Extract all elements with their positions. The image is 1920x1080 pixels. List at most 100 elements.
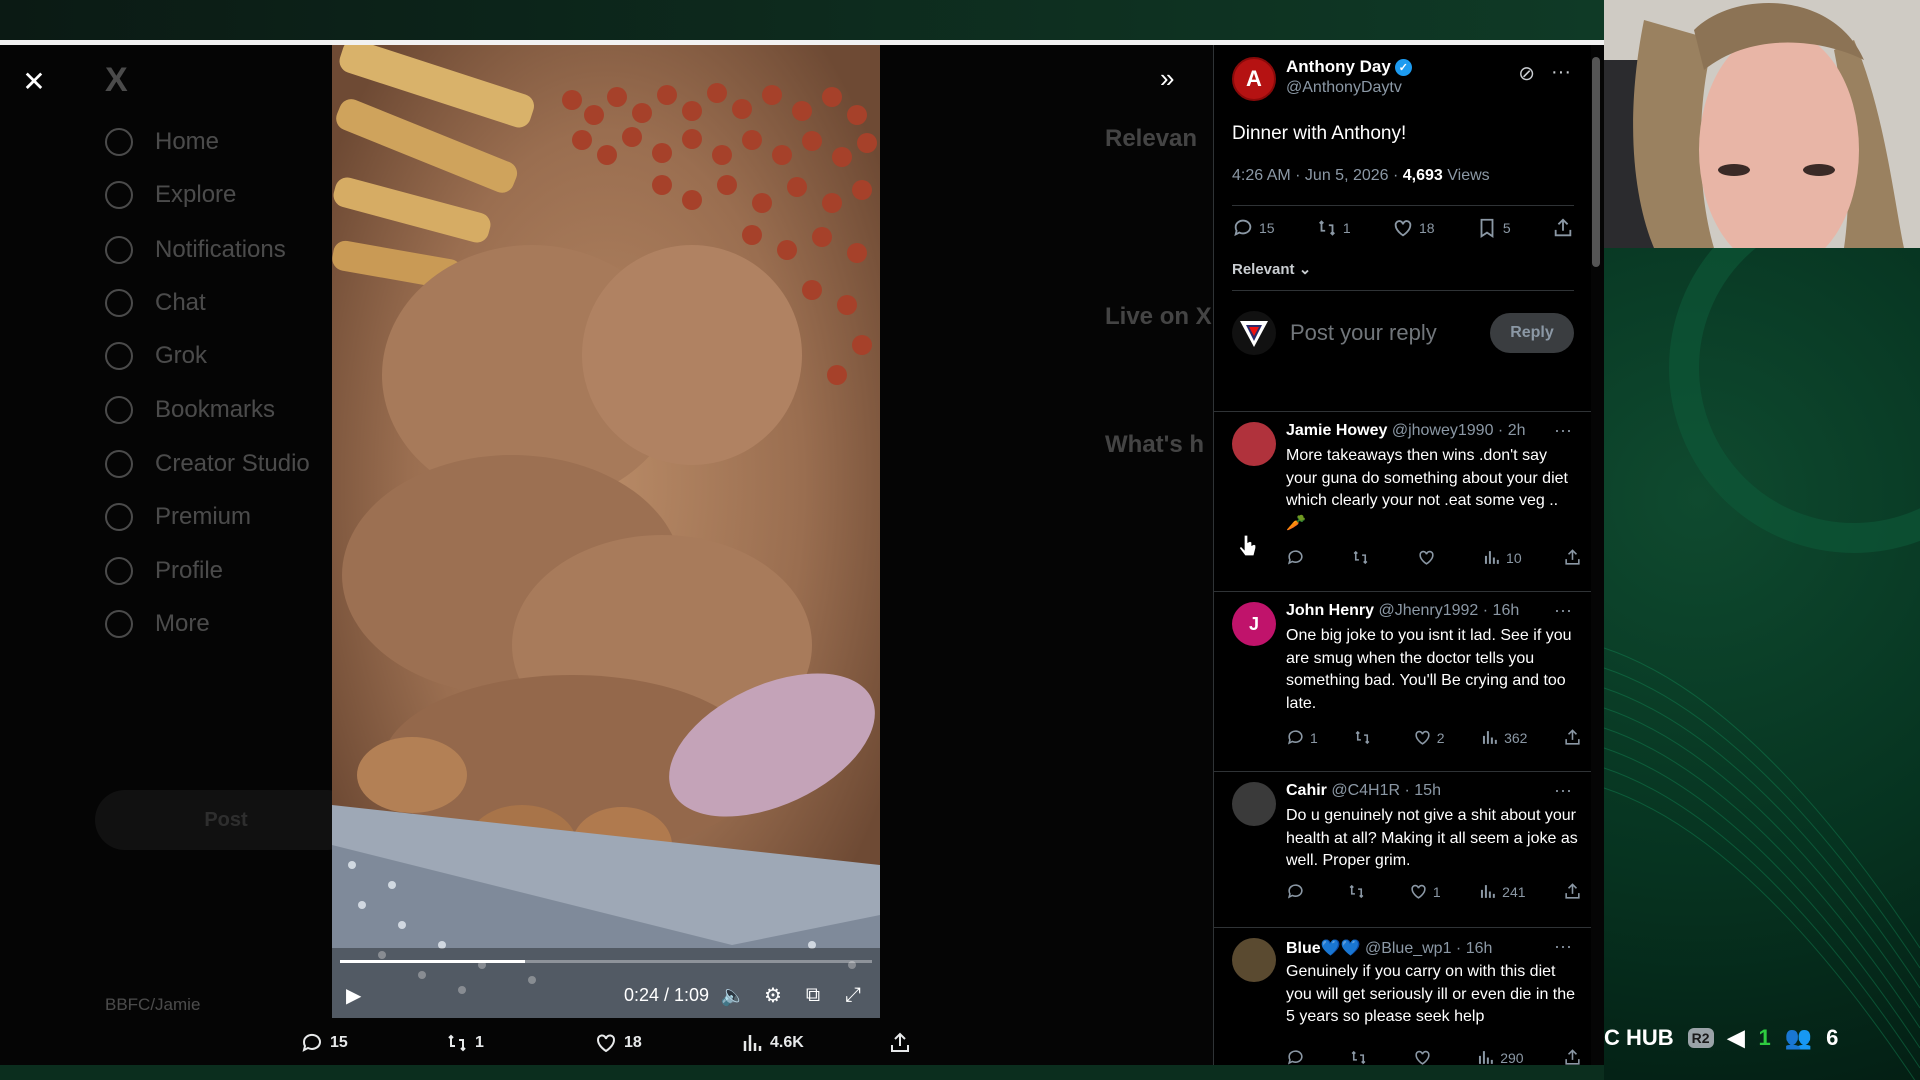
media-repost-stat[interactable]: 1 xyxy=(445,1031,484,1055)
nav-explore-label: Explore xyxy=(155,181,237,208)
bg-whats-header: What's h xyxy=(1105,431,1205,458)
reply-avatar[interactable] xyxy=(1232,422,1276,466)
play-button[interactable]: ▶ xyxy=(346,983,370,1007)
reply-avatar[interactable]: J xyxy=(1232,602,1276,646)
heart-icon xyxy=(1419,550,1434,565)
reply-item[interactable]: Jamie Howey @jhowey1990 · 2h ··· More ta… xyxy=(1214,411,1591,591)
nav-grok: Grok xyxy=(105,336,207,376)
repost-action[interactable] xyxy=(1349,1048,1373,1065)
background-sidebar: X Home Explore Notifications Chat Grok B… xyxy=(95,45,357,1065)
share-action[interactable] xyxy=(1563,882,1582,901)
author-handle[interactable]: @AnthonyDaytv xyxy=(1286,79,1412,97)
stream-background xyxy=(1604,248,1920,1080)
video-player[interactable]: ▶ 0:24 / 1:09 🔈 ⚙ ⧉ ⤢ xyxy=(332,45,880,1018)
repost-action[interactable]: 1 xyxy=(1316,217,1351,239)
author-name[interactable]: Anthony Day xyxy=(1286,57,1391,77)
reply-action[interactable]: 1 xyxy=(1286,728,1318,747)
author-avatar[interactable]: A xyxy=(1232,57,1276,101)
share-action[interactable] xyxy=(1552,217,1574,239)
share-action[interactable] xyxy=(1563,548,1582,567)
more-options-icon[interactable]: ··· xyxy=(1554,780,1572,801)
like-action[interactable]: 18 xyxy=(1392,217,1435,239)
views-chart-icon xyxy=(1483,731,1497,744)
reply-meta: @jhowey1990 · 2h xyxy=(1387,422,1526,439)
bookmark-action[interactable]: 5 xyxy=(1476,217,1511,239)
repost-count: 1 xyxy=(1342,220,1351,236)
stream-bottom-bar xyxy=(0,1065,1604,1080)
more-options-icon[interactable]: ··· xyxy=(1554,600,1572,621)
reply-item[interactable]: Cahir @C4H1R · 15h ··· Do u genuinely no… xyxy=(1214,771,1591,927)
bookmark-icon xyxy=(1480,218,1494,238)
volume-icon[interactable]: 🔈 xyxy=(720,982,746,1008)
share-action[interactable] xyxy=(1563,1048,1582,1065)
media-views-stat[interactable]: 4.6K xyxy=(740,1031,804,1055)
reply-action[interactable] xyxy=(1286,548,1310,567)
reply-author-name[interactable]: John Henry xyxy=(1286,602,1374,619)
reply-meta: @C4H1R · 15h xyxy=(1326,782,1441,799)
reply-author-name[interactable]: Jamie Howey xyxy=(1286,422,1387,439)
reply-button[interactable]: Reply xyxy=(1490,313,1574,353)
post-timestamp[interactable]: 4:26 AM · Jun 5, 2026 · xyxy=(1232,167,1403,184)
nav-more-label: More xyxy=(155,610,210,637)
bell-icon xyxy=(105,236,133,264)
nav-premium-label: Premium xyxy=(155,503,252,530)
fullscreen-icon[interactable]: ⤢ xyxy=(840,982,866,1008)
video-progress-bar[interactable] xyxy=(340,960,872,963)
like-action[interactable] xyxy=(1413,1048,1437,1065)
stage: X Home Explore Notifications Chat Grok B… xyxy=(0,0,1920,1080)
reply-item[interactable]: J John Henry @Jhenry1992 · 16h ··· One b… xyxy=(1214,591,1591,771)
reply-item[interactable]: Blue💙💙 @Blue_wp1 · 16h ··· Genuinely if … xyxy=(1214,927,1591,1065)
more-options-icon[interactable]: ··· xyxy=(1554,936,1572,957)
picture-in-picture-icon[interactable]: ⧉ xyxy=(800,982,826,1008)
media-share-stat[interactable] xyxy=(888,1031,912,1055)
grok-icon[interactable]: ⊘ xyxy=(1518,61,1535,86)
more-options-icon[interactable]: ··· xyxy=(1551,61,1571,86)
close-button[interactable]: ✕ xyxy=(18,65,50,97)
media-like-stat[interactable]: 18 xyxy=(594,1031,642,1055)
media-stats-bar: 15 1 18 4.6K xyxy=(290,1023,930,1063)
views-action[interactable]: 290 xyxy=(1476,1048,1524,1065)
repost-action[interactable] xyxy=(1347,882,1371,901)
reply-action[interactable] xyxy=(1286,882,1310,901)
like-action[interactable]: 1 xyxy=(1409,882,1441,901)
post-author[interactable]: A Anthony Day ✓ @AnthonyDaytv xyxy=(1232,57,1412,101)
sort-replies-dropdown[interactable]: Relevant ⌄ xyxy=(1232,260,1311,278)
panel-scrollbar[interactable] xyxy=(1592,57,1600,267)
reply-avatar[interactable] xyxy=(1232,782,1276,826)
reply-author-name[interactable]: Cahir xyxy=(1286,782,1327,799)
reply-author-name[interactable]: Blue💙💙 xyxy=(1286,940,1361,957)
media-reply-stat[interactable]: 15 xyxy=(300,1031,348,1055)
reply-avatar[interactable] xyxy=(1232,938,1276,982)
sort-label: Relevant xyxy=(1232,261,1295,278)
reply-action[interactable]: 15 xyxy=(1232,217,1275,239)
nav-creator-studio-label: Creator Studio xyxy=(155,450,310,477)
my-avatar xyxy=(1232,311,1276,355)
grok-icon xyxy=(105,342,133,370)
chat-icon xyxy=(105,289,133,317)
more-options-icon[interactable]: ··· xyxy=(1554,420,1572,441)
reply-icon xyxy=(1234,219,1252,237)
collapse-panel-icon[interactable]: » xyxy=(1160,63,1174,94)
repost-action[interactable] xyxy=(1353,728,1377,747)
reply-count: 15 xyxy=(1259,220,1275,236)
repost-action[interactable] xyxy=(1351,548,1375,567)
views-action[interactable]: 362 xyxy=(1480,728,1527,747)
reply-actions: 290 xyxy=(1286,1048,1582,1065)
views-chart-icon xyxy=(1485,551,1499,564)
views-action[interactable]: 10 xyxy=(1482,548,1522,567)
speaker-icon: ◀ xyxy=(1727,1025,1745,1050)
reply-input[interactable]: Post your reply xyxy=(1290,320,1490,346)
like-action[interactable]: 2 xyxy=(1413,728,1445,747)
views-action[interactable]: 241 xyxy=(1478,882,1526,901)
reply-avatar-letter: J xyxy=(1248,613,1259,634)
reply-action[interactable] xyxy=(1286,1048,1310,1065)
settings-gear-icon[interactable]: ⚙ xyxy=(760,982,786,1008)
reply-like-count: 2 xyxy=(1436,729,1445,746)
rocket-icon xyxy=(105,450,133,478)
share-action[interactable] xyxy=(1563,728,1582,747)
post-actions: 15 1 18 5 xyxy=(1232,217,1574,239)
nav-premium: Premium xyxy=(105,497,251,537)
like-action[interactable] xyxy=(1417,548,1441,567)
repost-icon xyxy=(1350,884,1364,899)
background-right-column: Relevan Live on X What's h xyxy=(1105,125,1225,463)
